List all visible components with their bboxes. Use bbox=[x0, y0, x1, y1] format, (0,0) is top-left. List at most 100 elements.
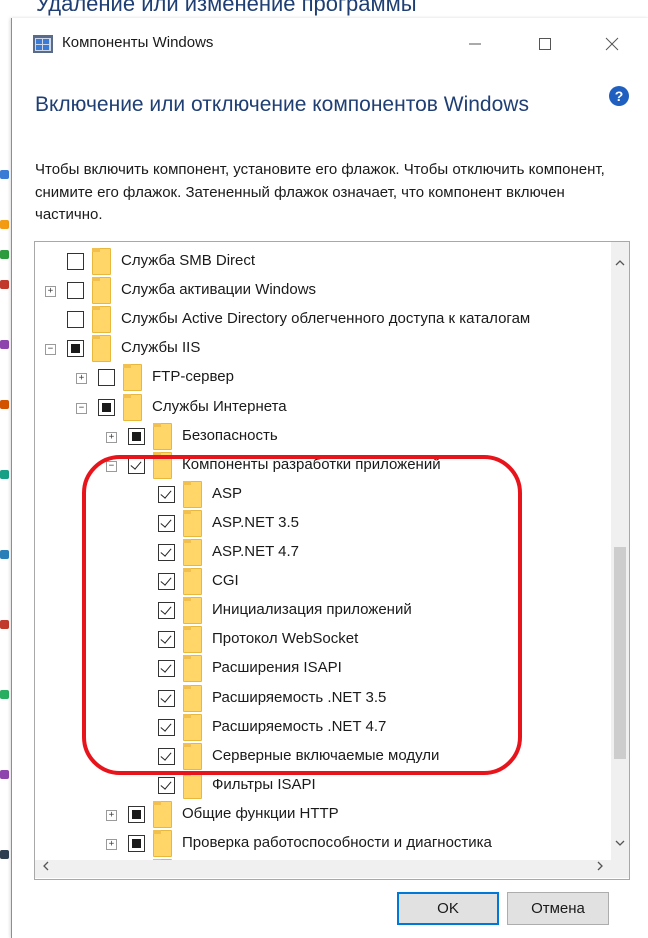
tree-item-label: Служба SMB Direct bbox=[121, 252, 256, 269]
tree-item[interactable]: Фильтры ISAPI bbox=[35, 771, 610, 801]
folder-icon bbox=[183, 509, 202, 537]
tree-item-label: Расширяемость .NET 4.7 bbox=[212, 717, 387, 735]
tree-item-label: Службы Интернета bbox=[152, 397, 287, 415]
collapse-icon[interactable]: − bbox=[106, 460, 117, 472]
tree-item-label: ASP bbox=[212, 484, 243, 502]
tree-item[interactable]: Расширяемость .NET 4.7 bbox=[35, 713, 610, 743]
tree-item-label: Фильтры ISAPI bbox=[212, 775, 316, 793]
feature-checkbox[interactable] bbox=[67, 282, 84, 300]
feature-checkbox[interactable] bbox=[67, 253, 84, 270]
dialog-heading: Включение или отключение компонентов Win… bbox=[35, 93, 529, 116]
folder-icon bbox=[183, 713, 202, 741]
tree-item[interactable]: Протокол WebSocket bbox=[35, 626, 610, 655]
tree-item[interactable]: + Проверка работоспособности и диагностик… bbox=[35, 830, 610, 859]
feature-checkbox[interactable] bbox=[158, 689, 175, 707]
tree-item[interactable]: Инициализация приложений bbox=[35, 597, 610, 626]
feature-checkbox[interactable] bbox=[98, 369, 115, 387]
tree-item[interactable]: + Безопасность bbox=[35, 422, 610, 452]
tree-item-label: Расширения ISAPI bbox=[212, 659, 342, 677]
maximize-button[interactable] bbox=[525, 28, 565, 60]
expand-icon[interactable]: + bbox=[76, 373, 87, 385]
tree-item-label: Общие функции HTTP bbox=[182, 804, 339, 822]
feature-checkbox[interactable] bbox=[67, 340, 84, 358]
feature-checkbox[interactable] bbox=[158, 747, 175, 765]
tree-item[interactable]: + Общие функции HTTP bbox=[35, 800, 610, 830]
tree-item[interactable]: + Служба активации Windows bbox=[35, 277, 610, 306]
feature-checkbox[interactable] bbox=[158, 485, 175, 503]
folder-icon bbox=[153, 422, 172, 450]
feature-checkbox[interactable] bbox=[158, 544, 175, 561]
tree-item[interactable]: Службы Active Directory облегченного дос… bbox=[35, 306, 610, 335]
expand-icon[interactable]: + bbox=[106, 839, 117, 850]
tree-item[interactable]: − Компоненты разработки приложений bbox=[35, 451, 610, 481]
expand-icon[interactable]: + bbox=[45, 286, 56, 298]
folder-icon bbox=[183, 597, 202, 625]
feature-checkbox[interactable] bbox=[158, 718, 175, 736]
maximize-icon bbox=[539, 38, 551, 50]
feature-checkbox[interactable] bbox=[158, 602, 175, 620]
folder-icon bbox=[183, 568, 202, 596]
tree-item[interactable]: Расширяемость .NET 3.5 bbox=[35, 684, 610, 714]
vertical-scrollbar[interactable] bbox=[611, 242, 629, 860]
feature-checkbox[interactable] bbox=[128, 456, 145, 474]
tree-item-label: Проверка работоспособности и диагностика bbox=[182, 834, 492, 851]
collapse-icon[interactable]: − bbox=[45, 344, 56, 356]
tree-item[interactable]: ASP.NET 3.5 bbox=[35, 509, 610, 539]
feature-checkbox[interactable] bbox=[67, 311, 84, 329]
tree-item[interactable]: − Службы IIS bbox=[35, 335, 610, 364]
ok-button[interactable]: OK bbox=[397, 892, 499, 925]
tree-item[interactable]: − Службы Интернета bbox=[35, 393, 610, 423]
collapse-icon[interactable]: − bbox=[76, 402, 87, 414]
minimize-button[interactable] bbox=[455, 28, 495, 60]
folder-icon bbox=[123, 393, 142, 421]
folder-icon bbox=[183, 539, 202, 566]
folder-icon bbox=[92, 335, 111, 363]
windows-features-dialog: Компоненты Windows Включение или отключе… bbox=[11, 18, 648, 938]
feature-checkbox[interactable] bbox=[98, 398, 115, 416]
features-tree: Служба SMB Direct + Служба активации Windo… bbox=[34, 241, 630, 880]
title-bar[interactable]: Компоненты Windows bbox=[12, 18, 648, 70]
feature-checkbox[interactable] bbox=[158, 573, 175, 591]
horizontal-scrollbar[interactable] bbox=[35, 860, 611, 878]
folder-icon bbox=[183, 626, 202, 654]
scroll-up-arrow-icon[interactable] bbox=[611, 256, 629, 274]
folder-icon bbox=[92, 277, 111, 305]
folder-icon bbox=[183, 480, 202, 508]
tree-item[interactable]: ASP bbox=[35, 480, 610, 510]
scroll-right-arrow-icon[interactable] bbox=[591, 860, 609, 878]
features-tree-view[interactable]: Служба SMB Direct + Служба активации Windo… bbox=[35, 242, 610, 860]
help-icon[interactable]: ? bbox=[609, 86, 629, 106]
expand-icon[interactable]: + bbox=[106, 809, 117, 821]
feature-checkbox[interactable] bbox=[158, 660, 175, 678]
tree-item[interactable]: ASP.NET 4.7 bbox=[35, 539, 610, 568]
scroll-down-arrow-icon[interactable] bbox=[611, 836, 629, 854]
tree-item-label: Протокол WebSocket bbox=[212, 630, 359, 648]
scrollbar-corner bbox=[611, 860, 629, 878]
expand-icon[interactable]: + bbox=[106, 431, 117, 443]
scroll-left-arrow-icon[interactable] bbox=[37, 860, 55, 878]
cancel-button[interactable]: Отмена bbox=[507, 892, 609, 925]
tree-item-label: Безопасность bbox=[182, 426, 278, 444]
vertical-scroll-thumb[interactable] bbox=[614, 547, 626, 759]
folder-icon bbox=[153, 800, 172, 828]
folder-icon bbox=[92, 306, 111, 334]
tree-item[interactable]: CGI bbox=[35, 568, 610, 597]
feature-checkbox[interactable] bbox=[128, 427, 145, 445]
folder-icon bbox=[183, 655, 202, 683]
background-taskbar-strip bbox=[0, 170, 10, 938]
feature-checkbox[interactable] bbox=[158, 631, 175, 649]
minimize-icon bbox=[469, 43, 481, 45]
feature-checkbox[interactable] bbox=[158, 776, 175, 794]
feature-checkbox[interactable] bbox=[158, 514, 175, 532]
tree-item-label: Серверные включаемые модули bbox=[212, 746, 440, 764]
feature-checkbox[interactable] bbox=[128, 805, 145, 823]
tree-item[interactable]: + FTP-сервер bbox=[35, 364, 610, 393]
feature-checkbox[interactable] bbox=[128, 835, 145, 852]
tree-item[interactable]: Серверные включаемые модули bbox=[35, 742, 610, 772]
background-window-title: Удаление или изменение программы bbox=[36, 0, 417, 16]
tree-item[interactable]: Служба SMB Direct bbox=[35, 248, 610, 277]
close-button[interactable] bbox=[592, 28, 632, 60]
tree-item[interactable]: Расширения ISAPI bbox=[35, 655, 610, 684]
folder-icon bbox=[183, 684, 202, 712]
folder-icon bbox=[183, 742, 202, 770]
